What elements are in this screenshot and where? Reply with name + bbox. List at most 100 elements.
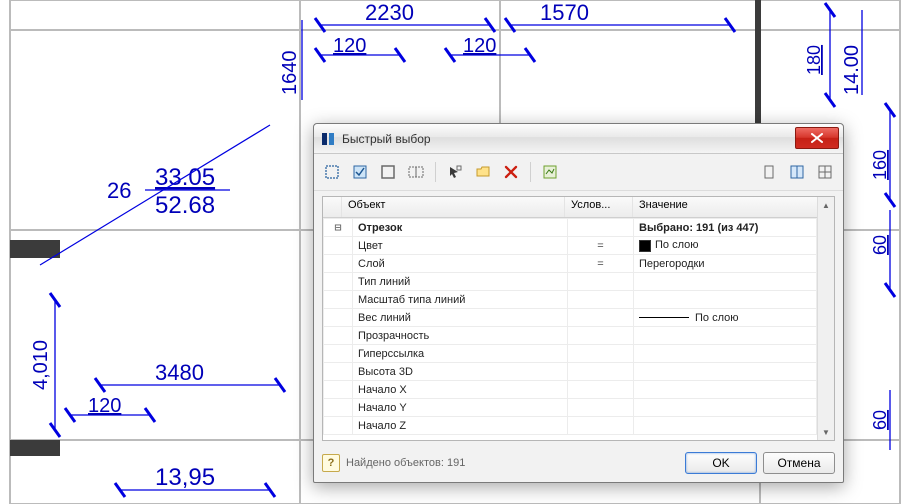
property-value[interactable] (634, 327, 817, 345)
tb-new-selection-icon[interactable] (320, 160, 344, 184)
property-row[interactable]: Начало Y (324, 399, 817, 417)
property-condition[interactable] (568, 363, 634, 381)
svg-text:120: 120 (333, 35, 366, 57)
property-condition[interactable] (568, 399, 634, 417)
svg-text:1570: 1570 (540, 0, 589, 25)
property-row[interactable]: Масштаб типа линий (324, 291, 817, 309)
property-row[interactable]: Начало Z (324, 417, 817, 435)
property-name: Гиперссылка (353, 345, 568, 363)
dialog-footer: ? Найдено объектов: 191 OK Отмена (314, 446, 843, 482)
property-row[interactable]: Высота 3D (324, 363, 817, 381)
property-row[interactable]: Слой=Перегородки (324, 255, 817, 273)
property-value[interactable]: По слою (634, 309, 817, 327)
svg-text:3480: 3480 (155, 360, 204, 385)
property-condition[interactable] (568, 291, 634, 309)
property-value[interactable] (634, 399, 817, 417)
vertical-scrollbar[interactable]: ▲ ▼ (817, 197, 834, 440)
tb-view-split-icon[interactable] (785, 160, 809, 184)
group-selected-count: Выбрано: 191 (из 447) (634, 219, 817, 237)
property-condition[interactable] (568, 273, 634, 291)
help-icon[interactable]: ? (322, 454, 340, 472)
group-row[interactable]: ⊟ Отрезок Выбрано: 191 (из 447) (324, 219, 817, 237)
separator (530, 162, 531, 182)
property-value[interactable] (634, 381, 817, 399)
property-row[interactable]: Тип линий (324, 273, 817, 291)
app-icon (320, 131, 336, 147)
cancel-button[interactable]: Отмена (763, 452, 835, 474)
tb-view-single-icon[interactable] (757, 160, 781, 184)
svg-text:120: 120 (463, 35, 496, 57)
close-icon (811, 133, 823, 143)
property-name: Начало Y (353, 399, 568, 417)
property-condition[interactable] (568, 345, 634, 363)
property-condition[interactable] (568, 309, 634, 327)
close-button[interactable] (795, 127, 839, 149)
property-row[interactable]: Прозрачность (324, 327, 817, 345)
scroll-down-icon[interactable]: ▼ (819, 424, 833, 440)
svg-text:60: 60 (870, 235, 890, 255)
lineweight-icon (639, 317, 689, 318)
property-condition[interactable] (568, 417, 634, 435)
toolbar (314, 154, 843, 191)
property-value[interactable] (634, 417, 817, 435)
group-label: Отрезок (353, 219, 568, 237)
property-value[interactable] (634, 363, 817, 381)
property-row[interactable]: Начало X (324, 381, 817, 399)
property-row[interactable]: Гиперссылка (324, 345, 817, 363)
svg-text:26: 26 (107, 178, 131, 203)
filter-grid: Объект Услов... Значение ⊟ Отрезок Выбра… (322, 196, 835, 441)
svg-text:1640: 1640 (279, 51, 301, 96)
property-row[interactable]: Цвет=По слою (324, 237, 817, 255)
property-value[interactable] (634, 273, 817, 291)
property-condition[interactable] (568, 327, 634, 345)
color-swatch-icon (639, 240, 651, 252)
svg-text:120: 120 (88, 395, 121, 417)
col-header-object[interactable]: Объект (342, 197, 565, 217)
status-text: Найдено объектов: 191 (346, 457, 465, 469)
svg-text:2230: 2230 (365, 0, 414, 25)
property-value[interactable] (634, 291, 817, 309)
property-value[interactable] (634, 345, 817, 363)
collapse-toggle-icon[interactable]: ⊟ (324, 219, 353, 237)
property-condition[interactable]: = (568, 255, 634, 273)
tb-settings-icon[interactable] (538, 160, 562, 184)
svg-text:33.05: 33.05 (155, 164, 215, 191)
ok-button[interactable]: OK (685, 452, 757, 474)
svg-text:13,95: 13,95 (155, 464, 215, 491)
property-name: Вес линий (353, 309, 568, 327)
property-name: Масштаб типа линий (353, 291, 568, 309)
svg-text:60: 60 (870, 410, 890, 430)
separator (435, 162, 436, 182)
property-value[interactable]: Перегородки (634, 255, 817, 273)
property-value[interactable]: По слою (634, 237, 817, 255)
property-name: Прозрачность (353, 327, 568, 345)
property-name: Начало Z (353, 417, 568, 435)
property-condition[interactable] (568, 381, 634, 399)
quick-select-dialog: Быстрый выбор Объект Услов... Значение (313, 123, 844, 483)
property-name: Тип линий (353, 273, 568, 291)
tb-select-window-icon[interactable] (404, 160, 428, 184)
property-condition[interactable]: = (568, 237, 634, 255)
tb-select-none-icon[interactable] (376, 160, 400, 184)
tb-view-grid-icon[interactable] (813, 160, 837, 184)
svg-text:14.00: 14.00 (841, 45, 863, 95)
svg-text:52.68: 52.68 (155, 192, 215, 219)
grid-header: Объект Услов... Значение (323, 197, 817, 218)
tb-pick-icon[interactable] (443, 160, 467, 184)
col-header-condition[interactable]: Услов... (565, 197, 633, 217)
scroll-up-icon[interactable]: ▲ (819, 197, 833, 213)
property-name: Цвет (353, 237, 568, 255)
tb-delete-icon[interactable] (499, 160, 523, 184)
property-name: Начало X (353, 381, 568, 399)
tb-open-icon[interactable] (471, 160, 495, 184)
property-name: Слой (353, 255, 568, 273)
titlebar[interactable]: Быстрый выбор (314, 124, 843, 154)
svg-text:4,010: 4,010 (30, 340, 52, 390)
svg-text:160: 160 (870, 150, 890, 180)
property-row[interactable]: Вес линий По слою (324, 309, 817, 327)
svg-text:180: 180 (804, 45, 824, 75)
dialog-title: Быстрый выбор (342, 132, 431, 146)
tb-apply-selection-icon[interactable] (348, 160, 372, 184)
col-header-value[interactable]: Значение (633, 197, 817, 217)
property-name: Высота 3D (353, 363, 568, 381)
